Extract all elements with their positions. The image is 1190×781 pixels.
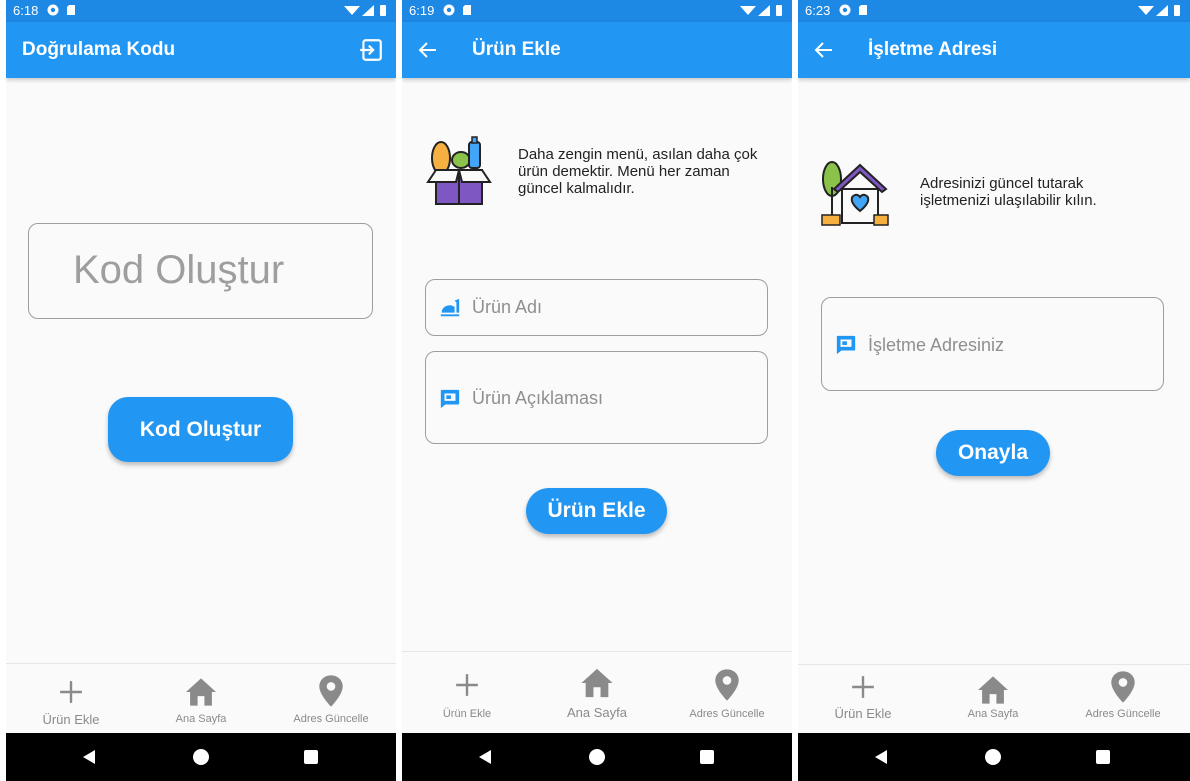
- system-nav-bar: [798, 733, 1190, 781]
- screen-verification-code: 6:18 Doğrulama Kodu Kod Oluştur Kod Oluş…: [6, 0, 396, 781]
- notification-circle-icon: [47, 4, 59, 16]
- product-name-input[interactable]: Ürün Adı: [425, 279, 768, 336]
- location-pin-icon: [319, 675, 343, 707]
- signal-battery-icons: [344, 5, 386, 16]
- system-home-icon[interactable]: [985, 749, 1001, 765]
- plus-icon: [852, 676, 874, 698]
- nav-item-home[interactable]: Ana Sayfa: [532, 652, 662, 732]
- info-text: Daha zengin menü, asılan daha çok ürün d…: [518, 146, 758, 197]
- arrow-left-icon[interactable]: [416, 38, 440, 62]
- arrow-left-icon[interactable]: [812, 38, 836, 62]
- system-back-icon[interactable]: [477, 749, 493, 765]
- business-address-input[interactable]: İşletme Adresiniz: [821, 297, 1164, 391]
- page-title: Doğrulama Kodu: [22, 39, 176, 60]
- code-display-field[interactable]: Kod Oluştur: [28, 223, 373, 319]
- nav-item-home[interactable]: Ana Sayfa: [136, 664, 266, 732]
- status-time: 6:19: [409, 3, 435, 18]
- product-name-placeholder: Ürün Adı: [472, 297, 543, 317]
- nav-label-home: Ana Sayfa: [567, 705, 627, 720]
- status-bar: 6:23: [798, 0, 1190, 22]
- status-bar: 6:18: [6, 0, 396, 22]
- page-title: İşletme Adresi: [868, 39, 998, 60]
- sd-card-icon: [67, 5, 75, 15]
- bottom-nav: Ürün Ekle Ana Sayfa Adres Güncelle: [6, 663, 396, 732]
- nav-item-add[interactable]: Ürün Ekle: [6, 664, 136, 732]
- status-time: 6:18: [13, 3, 39, 18]
- exit-icon[interactable]: [358, 37, 384, 63]
- sd-card-icon: [463, 5, 471, 15]
- screen-business-address: 6:23 İşletme Adresi Adresinizi güncel tu…: [798, 0, 1190, 781]
- nav-item-address[interactable]: Adres Güncelle: [266, 664, 396, 732]
- plus-icon: [456, 674, 478, 696]
- nav-item-add[interactable]: Ürün Ekle: [402, 652, 532, 732]
- location-pin-icon: [1111, 671, 1135, 703]
- nav-label-add: Ürün Ekle: [442, 708, 492, 720]
- app-bar: İşletme Adresi: [798, 22, 1190, 78]
- screen-add-product: 6:19 Ürün Ekle Daha zengin menü, asılan …: [402, 0, 792, 781]
- home-icon: [978, 676, 1008, 704]
- notification-circle-icon: [839, 4, 851, 16]
- system-nav-bar: [6, 733, 396, 781]
- info-text: Adresinizi güncel tutarak işletmenizi ul…: [920, 175, 1097, 209]
- bottom-nav: Ürün Ekle Ana Sayfa Adres Güncelle: [402, 651, 792, 732]
- home-icon: [186, 678, 216, 706]
- comment-icon: [440, 389, 460, 409]
- nav-label-home: Ana Sayfa: [967, 708, 1019, 720]
- confirm-button[interactable]: Onayla: [936, 430, 1050, 476]
- nav-item-home[interactable]: Ana Sayfa: [928, 665, 1058, 732]
- signal-battery-icons: [1138, 5, 1180, 16]
- system-home-icon[interactable]: [193, 749, 209, 765]
- product-description-input[interactable]: Ürün Açıklaması: [425, 351, 768, 444]
- product-description-placeholder: Ürün Açıklaması: [472, 388, 604, 408]
- house-icon: [821, 161, 889, 226]
- system-recents-icon[interactable]: [700, 750, 714, 764]
- home-icon: [581, 668, 613, 698]
- comment-icon: [836, 335, 856, 355]
- bottom-nav: Ürün Ekle Ana Sayfa Adres Güncelle: [798, 664, 1190, 732]
- nav-label-add: Ürün Ekle: [42, 712, 100, 727]
- add-product-button[interactable]: Ürün Ekle: [526, 488, 667, 534]
- system-nav-bar: [402, 733, 792, 781]
- nav-label-add: Ürün Ekle: [834, 706, 892, 721]
- food-icon: [440, 298, 460, 317]
- system-back-icon[interactable]: [81, 749, 97, 765]
- plus-icon: [60, 681, 82, 703]
- nav-label-home: Ana Sayfa: [175, 713, 227, 725]
- nav-label-address: Adres Güncelle: [689, 708, 765, 720]
- system-home-icon[interactable]: [589, 749, 605, 765]
- nav-item-address[interactable]: Adres Güncelle: [662, 652, 792, 732]
- page-title: Ürün Ekle: [472, 39, 561, 60]
- status-bar: 6:19: [402, 0, 792, 22]
- status-time: 6:23: [805, 3, 831, 18]
- location-pin-icon: [715, 669, 739, 701]
- code-display-text: Kod Oluştur: [73, 248, 285, 292]
- generate-code-button[interactable]: Kod Oluştur: [108, 397, 293, 462]
- nav-item-add[interactable]: Ürün Ekle: [798, 665, 928, 732]
- nav-item-address[interactable]: Adres Güncelle: [1058, 665, 1188, 732]
- sd-card-icon: [859, 5, 867, 15]
- system-back-icon[interactable]: [873, 749, 889, 765]
- system-recents-icon[interactable]: [1096, 750, 1110, 764]
- nav-label-address: Adres Güncelle: [293, 713, 369, 725]
- app-bar: Doğrulama Kodu: [6, 22, 396, 78]
- nav-label-address: Adres Güncelle: [1085, 708, 1161, 720]
- signal-battery-icons: [740, 5, 782, 16]
- business-address-placeholder: İşletme Adresiniz: [868, 335, 1005, 355]
- app-bar: Ürün Ekle: [402, 22, 792, 78]
- notification-circle-icon: [443, 4, 455, 16]
- system-recents-icon[interactable]: [304, 750, 318, 764]
- grocery-box-icon: [426, 136, 492, 205]
